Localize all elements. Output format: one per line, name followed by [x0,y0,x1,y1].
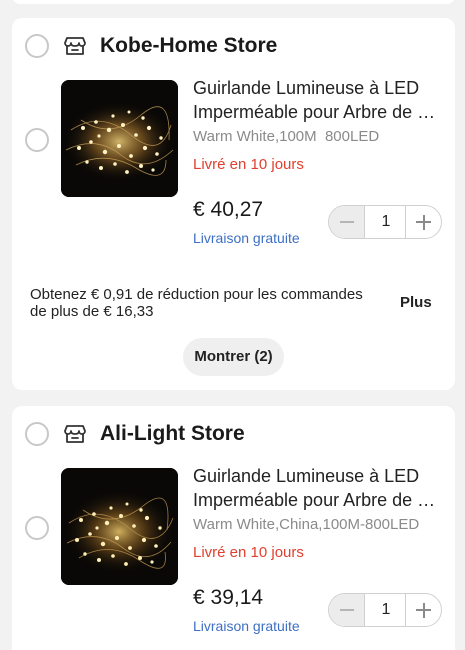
product-title[interactable]: Guirlande Lumineuse à LED Imperméable po… [193,76,448,124]
product-variant[interactable]: Warm White,China,100M-800LED [193,516,419,533]
store-header: Kobe-Home Store [12,18,455,74]
product-price: € 40,27 [193,198,264,221]
store-header: Ali-Light Store [12,406,455,462]
quantity-decrease-button[interactable] [329,206,365,238]
store-select-checkbox[interactable] [25,34,49,58]
quantity-stepper: 1 [328,205,442,239]
store-name[interactable]: Ali-Light Store [100,422,245,446]
store-icon[interactable] [64,35,86,57]
product-title[interactable]: Guirlande Lumineuse à LED Imperméable po… [193,464,448,512]
promo-more-link[interactable]: Plus [400,294,432,311]
quantity-decrease-button[interactable] [329,594,365,626]
item-select-checkbox[interactable] [25,516,49,540]
store-card: Ali-Light Store Guirlande Lumineuse à LE… [12,406,455,650]
quantity-stepper: 1 [328,593,442,627]
store-card: Kobe-Home Store Guirlande Lumineuse à LE… [12,18,455,390]
delivery-estimate: Livré en 10 jours [193,544,304,561]
cart-item: Guirlande Lumineuse à LED Imperméable po… [12,78,455,246]
product-image[interactable] [61,468,178,585]
product-image[interactable] [61,80,178,197]
store-select-checkbox[interactable] [25,422,49,446]
quantity-increase-button[interactable] [405,594,441,626]
product-title-line2: Imperméable pour Arbre de Noël [193,102,448,122]
previous-store-card [12,0,455,4]
product-title-line1: Guirlande Lumineuse à LED [193,78,420,98]
product-title-line2: Imperméable pour Arbre de Noël [193,490,448,510]
store-promo-text: Obtenez € 0,91 de réduction pour les com… [30,286,363,320]
quantity-value[interactable]: 1 [365,206,407,238]
product-variant[interactable]: Warm White,100M 800LED [193,128,379,145]
show-more-button[interactable]: Montrer (2) [183,338,284,376]
product-title-line1: Guirlande Lumineuse à LED [193,466,420,486]
shipping-info: Livraison gratuite [193,618,300,634]
store-name[interactable]: Kobe-Home Store [100,34,277,58]
delivery-estimate: Livré en 10 jours [193,156,304,173]
product-price: € 39,14 [193,586,264,609]
cart-item: Guirlande Lumineuse à LED Imperméable po… [12,466,455,634]
quantity-increase-button[interactable] [405,206,441,238]
quantity-value[interactable]: 1 [365,594,407,626]
store-icon[interactable] [64,423,86,445]
shipping-info: Livraison gratuite [193,230,300,246]
item-select-checkbox[interactable] [25,128,49,152]
